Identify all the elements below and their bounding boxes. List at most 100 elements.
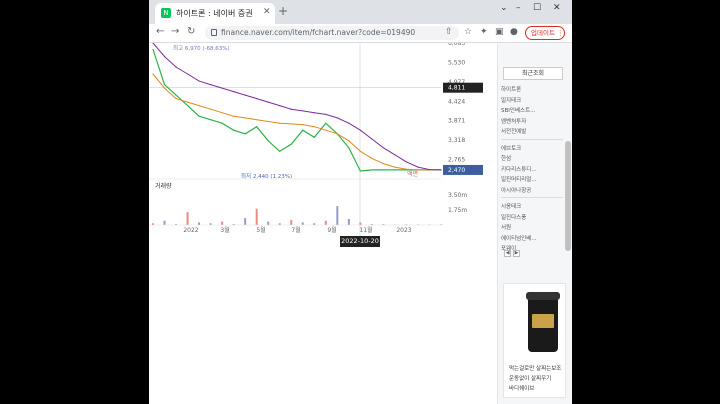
pager-prev-button[interactable]: ◀ bbox=[504, 250, 511, 257]
naver-favicon-icon: N bbox=[161, 8, 171, 18]
recent-item-group2-0[interactable]: 에브토크 bbox=[501, 144, 521, 152]
close-tab-icon[interactable]: ✕ bbox=[263, 7, 271, 17]
page-scrollbar[interactable] bbox=[565, 141, 571, 251]
x-tick-label: 7월 bbox=[291, 226, 300, 234]
recent-item-group1-4[interactable]: 서전전예발 bbox=[501, 127, 526, 135]
current-price-label: 2,470 bbox=[448, 167, 465, 174]
volume-bar bbox=[267, 221, 270, 225]
x-tick-label: 9월 bbox=[327, 226, 336, 234]
new-tab-icon[interactable]: + bbox=[278, 5, 288, 17]
series-point-ma-orange bbox=[152, 73, 154, 75]
volume-bar bbox=[255, 208, 258, 225]
y-tick-label: 4,424 bbox=[448, 98, 465, 105]
back-icon[interactable]: ← bbox=[156, 26, 164, 37]
series-point-ma-purple bbox=[440, 169, 442, 171]
series-point-price bbox=[325, 122, 327, 124]
recent-separator bbox=[501, 138, 563, 140]
series-point-price bbox=[175, 94, 177, 96]
maximize-icon[interactable]: ☐ bbox=[533, 3, 541, 13]
series-point-ma-purple bbox=[428, 168, 431, 171]
series-point-ma-orange bbox=[394, 166, 396, 168]
ad-line-2: 운동없이 살찌우기 bbox=[509, 376, 552, 382]
series-point-ma-orange bbox=[290, 123, 292, 125]
stock-chart[interactable]: 6,0835,5304,9774,4243,8713,3182,765최고 6,… bbox=[149, 43, 497, 253]
series-point-ma-orange bbox=[163, 87, 166, 89]
series-point-ma-orange bbox=[302, 124, 304, 126]
window-close-icon[interactable]: ✕ bbox=[553, 3, 561, 13]
series-point-ma-orange bbox=[186, 101, 189, 103]
series-point-price bbox=[186, 105, 189, 107]
y-tick-label: 3,871 bbox=[448, 118, 465, 125]
series-point-ma-orange bbox=[210, 108, 212, 110]
recent-item-group3-3[interactable]: 에이티넘인베... bbox=[501, 234, 537, 242]
series-point-price bbox=[244, 133, 246, 135]
high-label: 최고 6,970 (-68.63%) bbox=[173, 44, 230, 52]
browser-window: N 하이트론 : 네이버 증권 ✕ + ⌄ – ☐ ✕ ← → ↻ financ… bbox=[149, 0, 572, 404]
series-point-ma-purple bbox=[198, 80, 200, 82]
recent-item-group1-2[interactable]: SBI인베스트... bbox=[501, 106, 535, 114]
series-point-price bbox=[394, 169, 396, 171]
series-point-ma-orange bbox=[221, 112, 223, 114]
minimize-icon[interactable]: – bbox=[516, 3, 521, 13]
recent-item-group1-1[interactable]: 일지테크 bbox=[501, 96, 521, 104]
forward-icon[interactable]: → bbox=[171, 26, 179, 37]
browser-tab[interactable]: N 하이트론 : 네이버 증권 ✕ bbox=[155, 3, 275, 24]
address-bar[interactable]: finance.naver.com/item/fchart.naver?code… bbox=[205, 26, 459, 40]
tab-recent-views[interactable]: 최근조회 bbox=[503, 67, 563, 80]
recent-item-group3-2[interactable]: 서원 bbox=[501, 223, 511, 231]
series-point-ma-purple bbox=[336, 117, 338, 119]
recent-item-group2-4[interactable]: 아시아나항공 bbox=[501, 186, 531, 194]
volume-bar bbox=[359, 222, 362, 225]
profile-avatar-icon[interactable]: ● bbox=[510, 27, 518, 37]
series-point-ma-purple bbox=[163, 55, 166, 58]
series-point-ma-orange bbox=[175, 98, 177, 100]
series-point-ma-orange bbox=[267, 120, 269, 123]
volume-bar bbox=[324, 220, 327, 225]
series-point-ma-purple bbox=[256, 98, 258, 100]
share-icon[interactable]: ⇧ bbox=[445, 27, 453, 37]
series-point-ma-purple bbox=[279, 105, 281, 107]
extensions-icon[interactable]: ✦ bbox=[480, 27, 488, 37]
series-point-price bbox=[313, 136, 315, 138]
series-point-price bbox=[198, 115, 200, 117]
series-point-price bbox=[348, 147, 350, 149]
volume-bar bbox=[163, 220, 166, 225]
recent-item-group2-1[interactable]: 한섬 bbox=[501, 154, 511, 162]
x-tick-label: 2022 bbox=[183, 227, 198, 234]
reload-icon[interactable]: ↻ bbox=[187, 26, 195, 37]
x-tick-label: 11월 bbox=[359, 226, 372, 234]
series-point-ma-orange bbox=[371, 157, 373, 159]
ad-line-1: 먹는걸로만 살찌는보조 bbox=[509, 366, 562, 372]
volume-bar bbox=[336, 206, 339, 225]
tab-search-icon[interactable]: ⌄ bbox=[500, 3, 508, 13]
recent-item-group3-0[interactable]: 시옹테크 bbox=[501, 202, 521, 210]
recent-item-group1-0[interactable]: 하이트론 bbox=[501, 85, 521, 93]
bookmark-star-icon[interactable]: ☆ bbox=[464, 27, 472, 37]
y-tick-label: 2,765 bbox=[448, 157, 465, 164]
series-point-price bbox=[233, 129, 235, 131]
series-point-price bbox=[210, 119, 212, 121]
series-point-ma-purple bbox=[221, 87, 223, 89]
recent-item-group2-3[interactable]: 일진머티리얼... bbox=[501, 175, 537, 183]
pager-next-button[interactable]: ▶ bbox=[513, 250, 520, 257]
ad-banner[interactable]: 먹는걸로만 살찌는보조 운동없이 살찌우기 바디쉐이브 bbox=[503, 283, 566, 398]
side-panel-icon[interactable]: ▣ bbox=[495, 27, 504, 37]
x-tick-label: 2023 bbox=[396, 227, 411, 234]
series-point-price bbox=[267, 140, 269, 142]
watermark-label: 액면 bbox=[407, 170, 418, 178]
series-point-ma-orange bbox=[348, 140, 350, 142]
recent-sidebar: 최근조회 하이트론일지테크 SBI인베스트... 엠벤처투자서전전예발에브토크한섬키… bbox=[497, 43, 572, 404]
series-point-ma-purple bbox=[405, 161, 408, 163]
series-point-ma-orange bbox=[382, 163, 384, 165]
recent-item-group2-2[interactable]: 키다리스튜디... bbox=[501, 165, 537, 173]
volume-tick-label: 1.75m bbox=[448, 207, 467, 214]
volume-bar bbox=[221, 221, 224, 225]
series-point-ma-purple bbox=[302, 110, 304, 112]
update-button[interactable]: 업데이트 ⋮ bbox=[525, 26, 565, 40]
series-point-ma-orange bbox=[256, 119, 258, 121]
recent-item-group1-3[interactable]: 엠벤처투자 bbox=[501, 117, 526, 125]
series-point-ma-orange bbox=[325, 129, 327, 131]
series-point-ma-purple bbox=[359, 129, 361, 131]
recent-item-group3-1[interactable]: 일진다스풍 bbox=[501, 213, 526, 221]
volume-bar bbox=[186, 212, 189, 225]
